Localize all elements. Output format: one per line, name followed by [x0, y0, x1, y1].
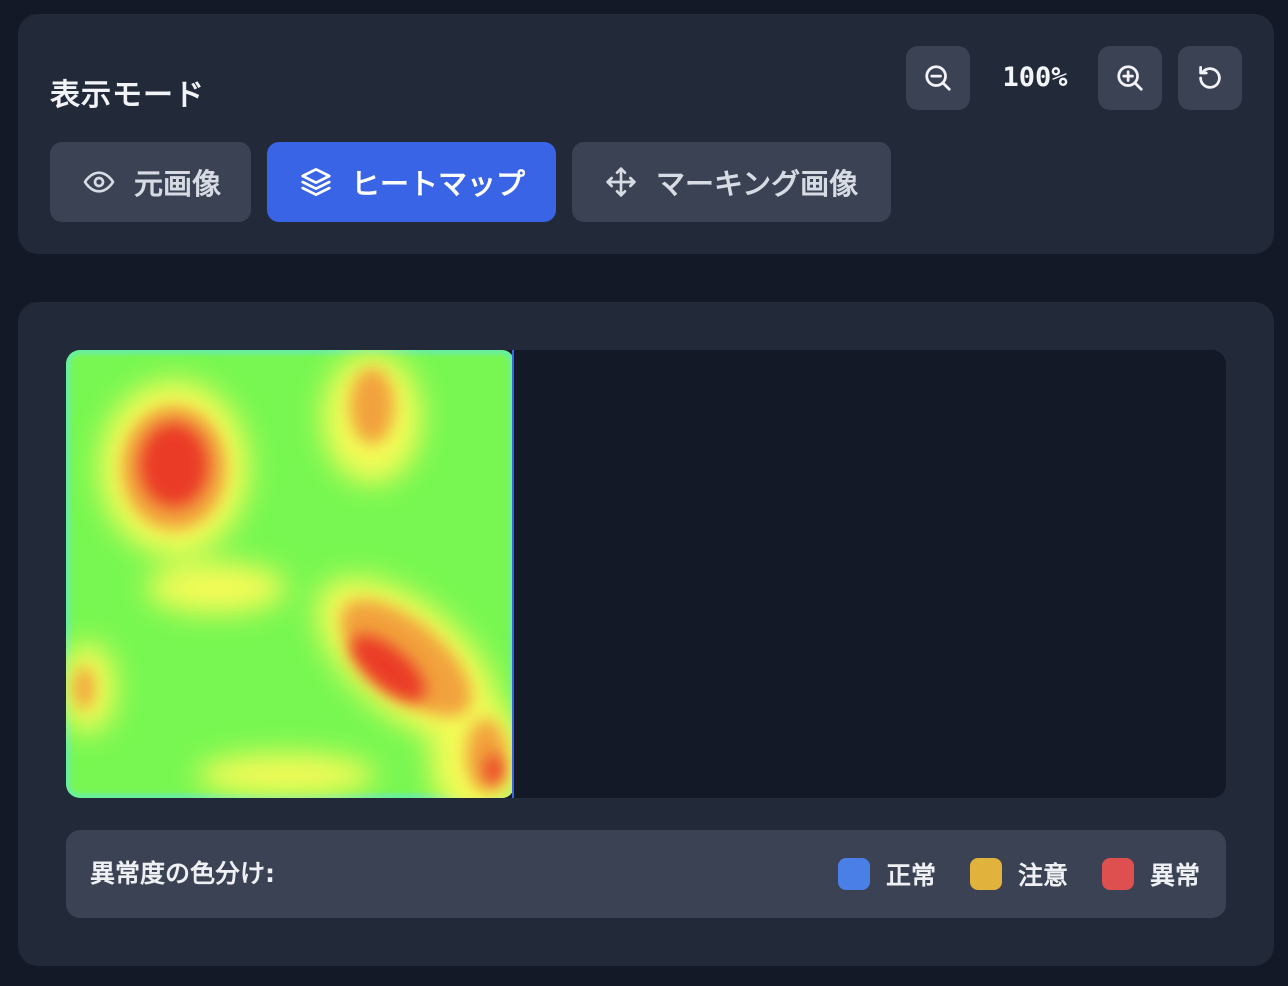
legend-item-caution: 注意	[970, 858, 1068, 890]
legend-label-abnormal: 異常	[1150, 861, 1201, 890]
zoom-in-icon	[1117, 65, 1143, 91]
legend-label-caution: 注意	[1018, 861, 1069, 890]
legend-label-normal: 正常	[886, 861, 937, 890]
reset-view-button[interactable]	[1178, 46, 1242, 110]
reset-rotate-icon	[1199, 66, 1221, 89]
zoom-out-button[interactable]	[906, 46, 970, 110]
image-viewer-panel: 異常度の色分け: 正常 注意 異常	[18, 302, 1274, 966]
eye-icon	[82, 165, 116, 199]
legend-item-normal: 正常	[838, 858, 936, 890]
legend-swatch-caution	[970, 858, 1002, 890]
mode-heatmap-button[interactable]: ヒートマップ	[267, 142, 556, 222]
mode-marking-image-button[interactable]: マーキング画像	[572, 142, 891, 222]
legend-swatch-abnormal	[1102, 858, 1134, 890]
image-canvas[interactable]	[66, 350, 1226, 798]
zoom-out-icon	[925, 65, 951, 91]
zoom-level: 100%	[1002, 62, 1068, 93]
mode-original-label: 元画像	[134, 167, 222, 201]
legend-title: 異常度の色分け:	[90, 859, 275, 888]
panel-title: 表示モード	[50, 78, 205, 113]
mode-original-image-button[interactable]: 元画像	[50, 142, 251, 222]
display-mode-panel: 表示モード 100% 元画像 ヒートマップ マーキング画像	[18, 14, 1274, 254]
legend-swatch-normal	[838, 858, 870, 890]
move-arrows-icon	[604, 165, 638, 199]
zoom-in-button[interactable]	[1098, 46, 1162, 110]
heatmap-image	[66, 350, 514, 798]
layers-icon	[299, 165, 333, 199]
mode-heatmap-label: ヒートマップ	[351, 167, 526, 201]
legend-item-abnormal: 異常	[1102, 858, 1200, 890]
mode-marking-label: マーキング画像	[656, 167, 859, 201]
severity-legend: 異常度の色分け: 正常 注意 異常	[66, 830, 1226, 918]
